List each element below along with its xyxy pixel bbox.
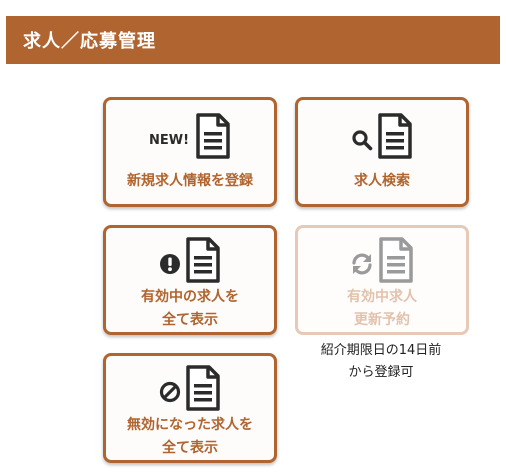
document-icon (186, 237, 220, 283)
document-icon (196, 113, 230, 159)
page-title: 求人／応募管理 (23, 31, 156, 52)
document-icon (186, 365, 220, 411)
register-job-label: 新規求人情報を登録 (127, 173, 253, 189)
prohibited-icon (159, 381, 181, 403)
document-icon (379, 237, 413, 283)
renew-reservation-label: 有効中求人 更新予約 (347, 289, 417, 328)
show-inactive-jobs-button[interactable]: 無効になった求人を 全て表示 (103, 353, 277, 463)
renewal-note: 紹介期限日の14日前 から登録可 (320, 343, 442, 380)
search-icon (352, 130, 373, 151)
document-icon (378, 113, 412, 159)
refresh-icon (352, 253, 372, 275)
show-inactive-jobs-label: 無効になった求人を 全て表示 (127, 417, 253, 456)
renew-reservation-button: 有効中求人 更新予約 (295, 225, 469, 335)
exclamation-icon (160, 254, 180, 274)
show-active-jobs-button[interactable]: 有効中の求人を 全て表示 (103, 225, 277, 335)
job-search-button[interactable]: 求人検索 (295, 97, 469, 207)
job-search-label: 求人検索 (354, 173, 410, 189)
register-job-button[interactable]: NEW! 新規求人情報を登録 (103, 97, 277, 207)
show-active-jobs-label: 有効中の求人を 全て表示 (141, 289, 239, 328)
new-badge: NEW! (148, 132, 190, 148)
page-header: 求人／応募管理 (6, 16, 500, 64)
